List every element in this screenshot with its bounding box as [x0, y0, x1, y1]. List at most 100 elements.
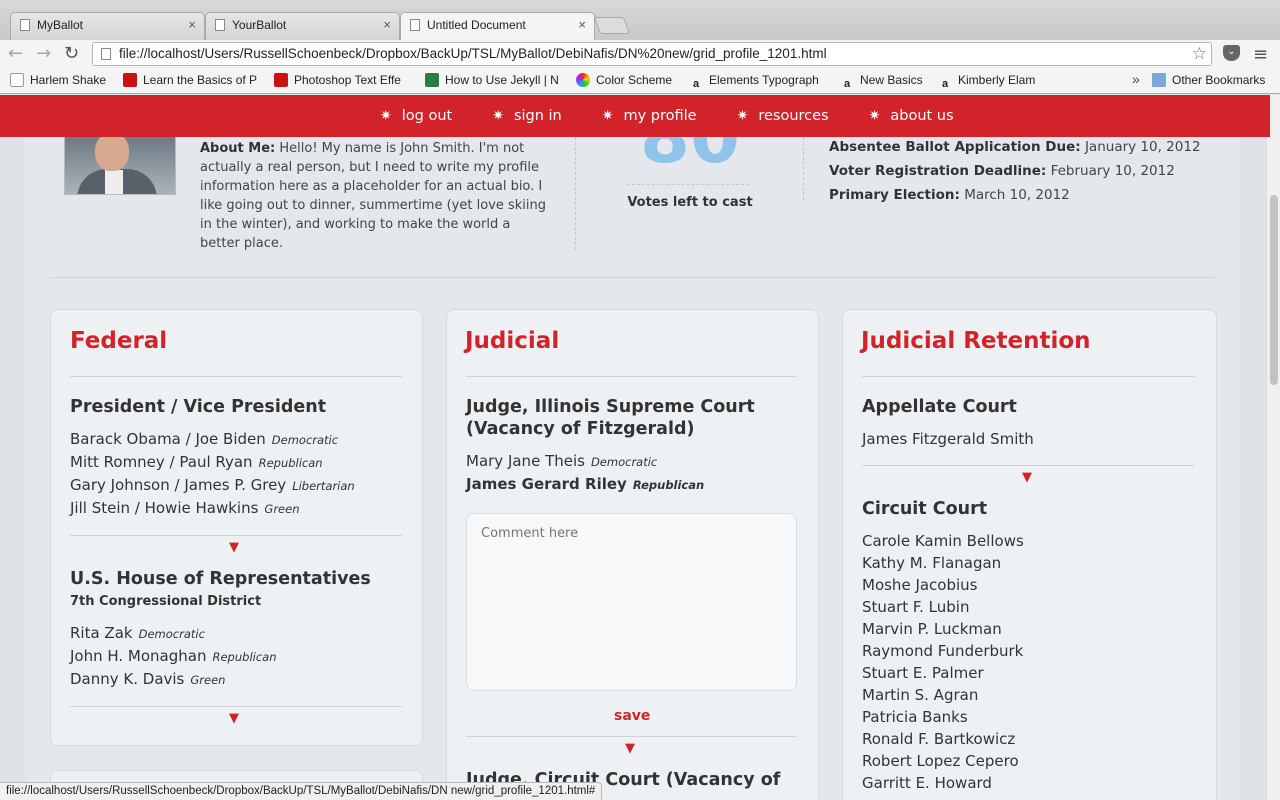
divider [466, 736, 797, 737]
federal-title: Federal [70, 328, 168, 354]
tab-yourballot[interactable]: YourBallot × [205, 12, 400, 40]
candidate-option-selected[interactable]: James Gerard Riley Republican [466, 475, 704, 493]
tab-myballot[interactable]: MyBallot × [10, 12, 205, 40]
divider [862, 376, 1195, 377]
candidate-option[interactable]: Jill Stein / Howie Hawkins Green [70, 499, 300, 517]
candidate-option[interactable]: Gary Johnson / James P. Grey Libertarian [70, 476, 355, 494]
list-item[interactable]: Garritt E. Howard [862, 772, 1024, 794]
race-title-circuit: Circuit Court [862, 499, 988, 519]
color-wheel-icon [576, 73, 590, 87]
bookmark-star-icon[interactable]: ☆ [1192, 43, 1207, 65]
candidate-option[interactable]: Mitt Romney / Paul Ryan Republican [70, 453, 323, 471]
divider [70, 376, 402, 377]
close-icon[interactable]: × [188, 13, 196, 37]
divider [466, 376, 797, 377]
candidate-option[interactable]: Danny K. Davis Green [70, 670, 225, 688]
bookmark-new-basics[interactable]: a New Basics [840, 73, 925, 91]
star-bullet-icon: ✷ [868, 108, 881, 124]
election-dates: Absentee Ballot Application Due: January… [829, 135, 1201, 207]
votes-left-count: 80 [639, 137, 741, 179]
race-title-house: U.S. House of Representatives [70, 569, 371, 589]
expand-arrow-icon[interactable]: ▼ [229, 711, 239, 726]
bookmark-color-scheme[interactable]: Color Scheme [576, 73, 681, 87]
pocket-icon[interactable]: ⌄ [1223, 45, 1240, 61]
reload-icon[interactable]: ↻ [64, 43, 79, 65]
nav-sign-in[interactable]: ✷ sign in [492, 95, 562, 137]
race-title-supreme-court: Judge, Illinois Supreme Court (Vacancy o… [466, 397, 755, 439]
list-item[interactable]: Moshe Jacobius [862, 574, 1024, 596]
judicial-retention-title: Judicial Retention [861, 328, 1091, 354]
divider [575, 137, 576, 250]
nav-my-profile[interactable]: ✷ my profile [602, 95, 697, 137]
race-title-president: President / Vice President [70, 397, 327, 417]
scrollbar-thumb[interactable] [1270, 195, 1278, 385]
close-icon[interactable]: × [578, 13, 586, 37]
bookmark-elements-typography[interactable]: a Elements Typograph [689, 73, 824, 91]
date-registration: Voter Registration Deadline: February 10… [829, 163, 1175, 179]
page-icon [101, 48, 111, 60]
back-arrow-icon[interactable]: ← [8, 43, 23, 65]
menu-icon[interactable]: ≡ [1253, 44, 1268, 65]
divider [862, 465, 1195, 466]
save-button[interactable]: save [614, 708, 650, 724]
list-item[interactable]: Martin S. Agran [862, 684, 1024, 706]
close-icon[interactable]: × [383, 13, 391, 37]
race-subtitle-district: 7th Congressional District [70, 594, 262, 609]
list-item[interactable]: Patricia Banks [862, 706, 1024, 728]
candidate-option[interactable]: John H. Monaghan Republican [70, 647, 277, 665]
page-icon [10, 73, 24, 87]
scrollbar[interactable] [1266, 95, 1280, 800]
forward-arrow-icon[interactable]: → [36, 43, 51, 65]
candidate-option[interactable]: Rita Zak Democratic [70, 624, 205, 642]
bookmarks-bar: Harlem Shake Learn the Basics of P Photo… [0, 68, 1280, 94]
list-item[interactable]: Stuart F. Lubin [862, 596, 1024, 618]
nav-log-out[interactable]: ✷ log out [380, 95, 452, 137]
bookmark-kimberly-elam[interactable]: a Kimberly Elam [938, 73, 1043, 91]
expand-arrow-icon[interactable]: ▼ [1022, 470, 1032, 485]
browser-tab-bar: MyBallot × YourBallot × Untitled Documen… [0, 0, 1280, 41]
new-tab-button[interactable] [593, 17, 631, 34]
site-nav: ✷ log out ✷ sign in ✷ my profile ✷ resources… [0, 95, 1270, 137]
candidate-option[interactable]: Mary Jane Theis Democratic [466, 452, 657, 470]
candidate-option[interactable]: Barack Obama / Joe Biden Democratic [70, 430, 338, 448]
bookmark-photoshop-text[interactable]: Photoshop Text Effe [274, 73, 409, 87]
bookmark-learn-basics[interactable]: Learn the Basics of P [123, 73, 258, 87]
date-absentee: Absentee Ballot Application Due: January… [829, 139, 1201, 155]
red-plus-icon [274, 73, 288, 87]
star-bullet-icon: ✷ [601, 108, 614, 124]
profile-avatar [64, 137, 176, 195]
nav-about-us[interactable]: ✷ about us [869, 95, 954, 137]
expand-arrow-icon[interactable]: ▼ [229, 540, 239, 555]
judicial-title: Judicial [465, 328, 560, 354]
date-primary: Primary Election: March 10, 2012 [829, 187, 1070, 203]
address-bar[interactable]: file://localhost/Users/RussellSchoenbeck… [92, 42, 1212, 66]
about-text: Hello! My name is John Smith. I'm not ac… [200, 141, 546, 251]
candidate-option[interactable]: James Fitzgerald Smith [862, 430, 1034, 448]
star-bullet-icon: ✷ [380, 108, 392, 124]
status-bar: file://localhost/Users/RussellSchoenbeck… [0, 782, 603, 800]
circuit-court-list: Carole Kamin Bellows Kathy M. Flanagan M… [862, 530, 1024, 794]
page-icon [20, 19, 30, 31]
comment-textarea[interactable] [466, 513, 797, 691]
star-bullet-icon: ✷ [736, 108, 749, 124]
tab-untitled-document[interactable]: Untitled Document × [400, 12, 595, 41]
green-plus-icon [425, 73, 439, 87]
other-bookmarks-folder[interactable]: Other Bookmarks [1152, 73, 1277, 87]
bookmark-jekyll[interactable]: How to Use Jekyll | N [425, 73, 560, 87]
nav-resources[interactable]: ✷ resources [737, 95, 829, 137]
about-label: About Me: [200, 141, 276, 156]
amazon-icon: a [692, 78, 700, 90]
bookmark-harlem-shake[interactable]: Harlem Shake [10, 73, 110, 87]
browser-toolbar: ← → ↻ file://localhost/Users/RussellScho… [0, 40, 1280, 68]
page-icon [410, 19, 420, 31]
list-item[interactable]: Kathy M. Flanagan [862, 552, 1024, 574]
more-bookmarks-chevron[interactable]: » [1132, 71, 1140, 87]
divider [803, 137, 804, 200]
list-item[interactable]: Raymond Funderburk [862, 640, 1024, 662]
list-item[interactable]: Robert Lopez Cepero [862, 750, 1024, 772]
list-item[interactable]: Marvin P. Luckman [862, 618, 1024, 640]
list-item[interactable]: Stuart E. Palmer [862, 662, 1024, 684]
list-item[interactable]: Ronald F. Bartkowicz [862, 728, 1024, 750]
expand-arrow-icon[interactable]: ▼ [625, 741, 635, 756]
list-item[interactable]: Carole Kamin Bellows [862, 530, 1024, 552]
